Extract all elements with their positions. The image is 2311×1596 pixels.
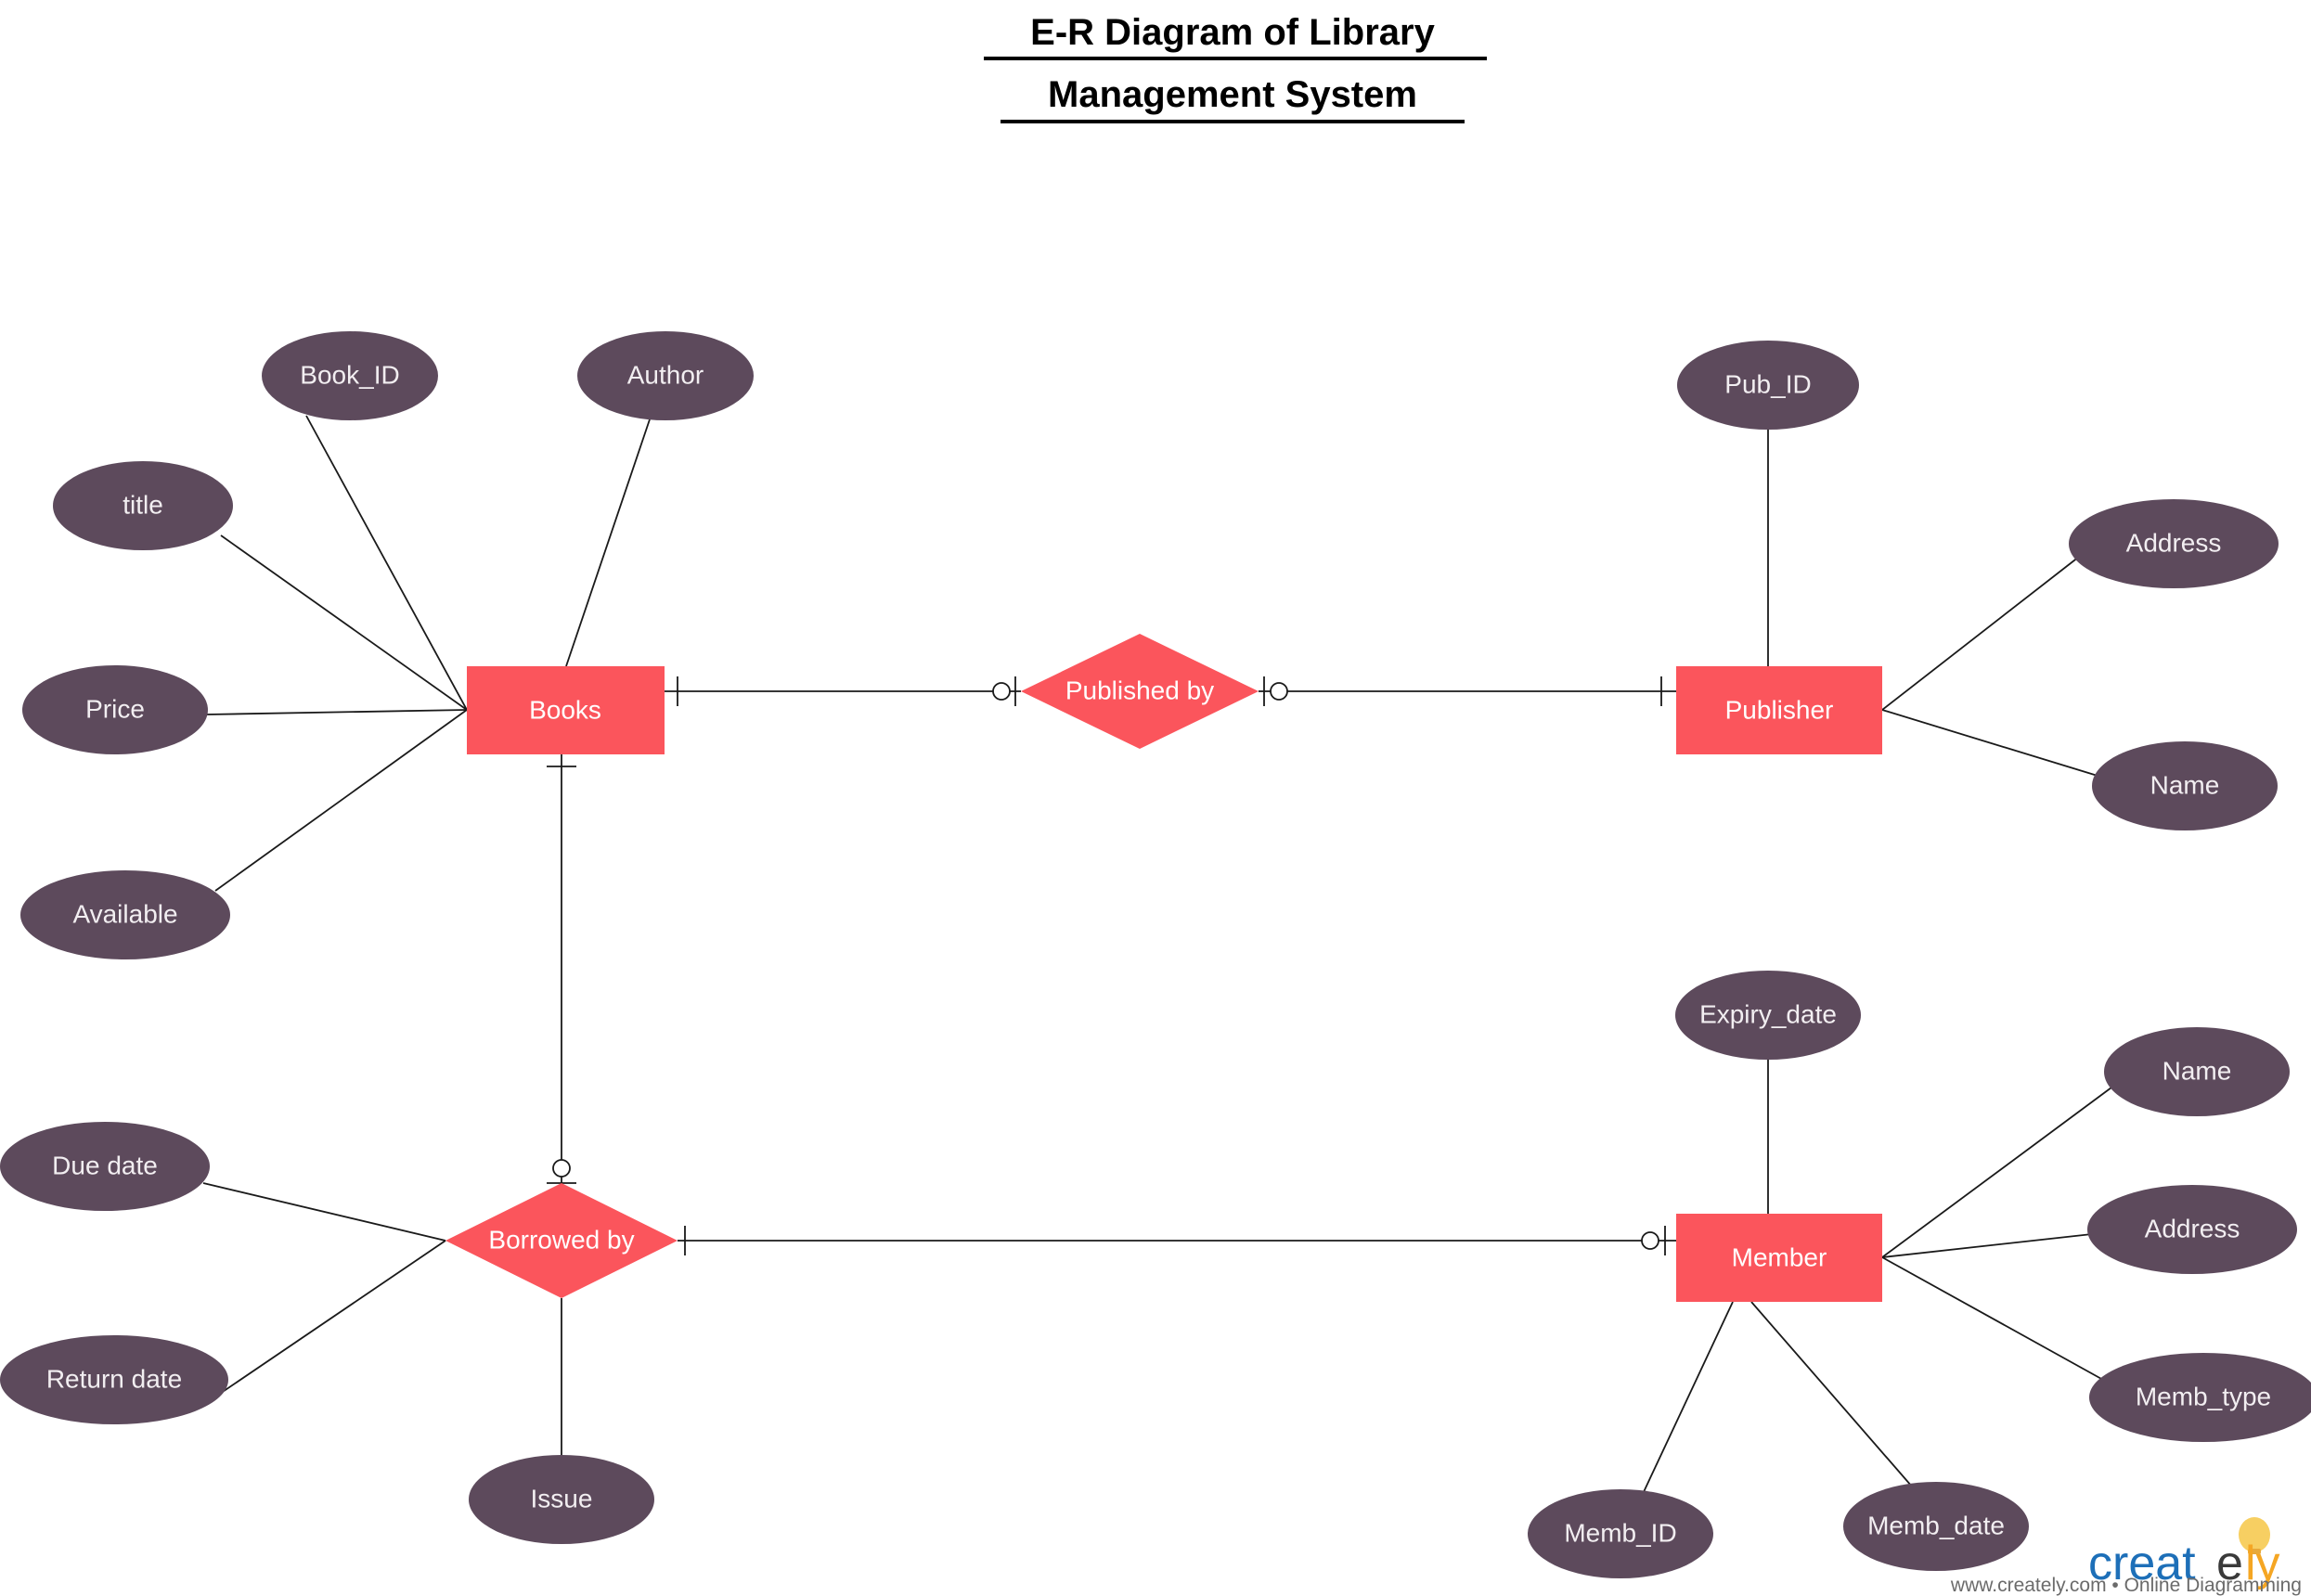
attribute-book-id[interactable]: Book_ID [262,331,438,420]
attribute-due-date[interactable]: Due date [0,1122,210,1211]
connector-published-by-publisher [1259,676,1676,706]
attribute-mem-address[interactable]: Address [2087,1185,2297,1274]
attribute-label: Author [627,360,704,389]
relationship-borrowed-by[interactable]: Borrowed by [445,1183,678,1298]
connector-due-date-borrowed-by [202,1182,446,1242]
attribute-label: title [123,490,163,519]
attributes-layer: Book_ID Author title Price Available Pub… [0,331,2311,1578]
attribute-label: Name [2150,770,2220,799]
connector-name-member [1881,1087,2112,1258]
title-line-1: E-R Diagram of Library [1030,12,1435,53]
attribute-price[interactable]: Price [22,665,208,754]
attribute-label: Issue [531,1484,593,1512]
attribute-label: Name [2163,1056,2232,1085]
entities-layer: Books Publisher Member [467,666,1882,1302]
connector-borrowed-by-member [678,1226,1676,1255]
page-title: E-R Diagram of Library Management System [984,12,1487,123]
relationship-published-by[interactable]: Published by [1021,634,1259,749]
connector-address-publisher [1881,556,2080,711]
attribute-label: Book_ID [300,360,399,389]
attribute-label: Address [2126,528,2222,557]
attribute-label: Due date [52,1151,158,1179]
card-zero-published-left [992,682,1011,701]
entity-publisher[interactable]: Publisher [1676,666,1882,754]
attribute-label: Memb_type [2136,1382,2271,1410]
attribute-available[interactable]: Available [20,870,230,959]
er-diagram-canvas: E-R Diagram of Library Management System [0,0,2311,1596]
attribute-label: Memb_date [1867,1511,2005,1539]
entity-member[interactable]: Member [1676,1214,1882,1302]
entity-label: Publisher [1725,695,1834,724]
attribute-label: Price [85,694,145,723]
connector-memb-date-member [1750,1301,1913,1487]
connector-books-borrowed-by [547,754,576,1184]
relationship-label: Published by [1065,676,1214,704]
attribute-pub-id[interactable]: Pub_ID [1677,341,1859,430]
logo-tagline: www.creately.com • Online Diagramming [1950,1575,2302,1596]
entity-books[interactable]: Books [467,666,665,754]
attribute-return-date[interactable]: Return date [0,1335,228,1424]
entity-label: Member [1732,1242,1827,1271]
attribute-label: Available [72,899,177,928]
attribute-author[interactable]: Author [577,331,754,420]
relationship-label: Borrowed by [488,1225,634,1254]
attribute-memb-id[interactable]: Memb_ID [1528,1489,1713,1578]
attribute-issue[interactable]: Issue [469,1455,654,1544]
attribute-label: Expiry_date [1699,999,1837,1028]
attribute-label: Return date [46,1364,182,1393]
connector-available-books [214,709,468,892]
card-zero-published-right [1270,682,1288,701]
connector-address-member [1881,1233,2093,1258]
attribute-pub-address[interactable]: Address [2069,499,2279,588]
attribute-expiry-date[interactable]: Expiry_date [1675,971,1861,1060]
connector-name-publisher [1881,709,2098,777]
connector-return-date-borrowed-by [211,1240,446,1400]
connector-books-published-by [665,676,1021,706]
connector-memb-id-member [1642,1301,1734,1495]
title-line-2: Management System [1048,74,1417,115]
attribute-label: Address [2145,1214,2240,1242]
attribute-mem-name[interactable]: Name [2104,1027,2290,1116]
entity-label: Books [529,695,601,724]
attribute-label: Pub_ID [1724,369,1811,398]
attribute-memb-date[interactable]: Memb_date [1843,1482,2029,1571]
connector-author-books [565,418,651,667]
connector-book-id-books [305,415,468,711]
attribute-title[interactable]: title [53,461,233,550]
connector-price-books [206,709,468,715]
connector-title-books [220,534,468,711]
card-zero-borrowed-top [552,1159,571,1178]
attribute-pub-name[interactable]: Name [2092,741,2278,830]
attribute-label: Memb_ID [1564,1518,1676,1547]
connector-group-books-attributes [206,415,651,892]
card-zero-member-left [1641,1231,1659,1250]
attribute-memb-type[interactable]: Memb_type [2089,1353,2311,1442]
connector-memb-type-member [1881,1256,2104,1381]
